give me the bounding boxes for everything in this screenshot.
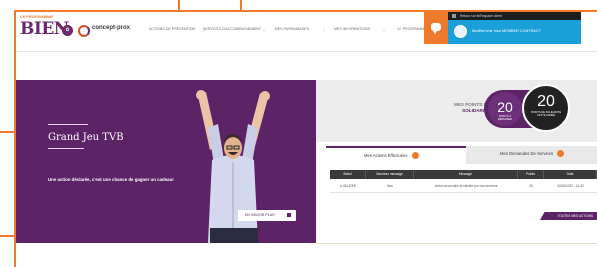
- frame-tick: [240, 0, 242, 10]
- table-row[interactable]: ● VALIDÉE Non Action accomplie et validé…: [330, 179, 597, 193]
- learn-more-button[interactable]: EN SAVOIR PLUS: [238, 210, 296, 221]
- frame-side-mark: [0, 235, 14, 237]
- nav-item-informations[interactable]: MES INFORMATIONS ›: [322, 20, 385, 44]
- points-year-badge: 20 POINTS DE SOLIDARITÉ CETTE ANNÉE: [522, 84, 570, 132]
- nav-item-services[interactable]: SERVICES D'ACCOMPAGNEMENT ›: [202, 20, 265, 44]
- points-available-caption: POINTS À DÉPENSER: [497, 115, 513, 122]
- cell-message: Action accomplie et validée par nos serv…: [434, 184, 498, 188]
- activity-tabs: Mes Actions Effectuées Mes Demandes De S…: [326, 146, 597, 164]
- frame-side-mark: [0, 131, 14, 133]
- brand-ring-icon: [78, 25, 90, 37]
- program-logo[interactable]: LE PROGRAMME BIEN: [20, 14, 69, 48]
- learn-more-label: EN SAVOIR PLUS: [245, 213, 275, 217]
- main-nav: ACTIONS DE PRÉVENTION › SERVICES D'ACCOM…: [142, 20, 442, 44]
- column-header: Date: [544, 170, 597, 179]
- nav-item-label: SERVICES D'ACCOMPAGNEMENT: [202, 27, 262, 31]
- nav-item-prevention[interactable]: ACTIONS DE PRÉVENTION ›: [142, 20, 205, 44]
- table-header: Statut Nouveau message Message Points Da…: [330, 170, 597, 179]
- brand-name: concept-prox: [92, 25, 131, 31]
- client-space-link[interactable]: Retour sur le/l'espace client: [448, 12, 581, 20]
- frame-border-top: [14, 10, 597, 12]
- brand-logo[interactable]: concept-prox: [78, 24, 136, 38]
- cell-new-message: Non: [387, 184, 393, 188]
- column-header: Nouveau message: [366, 170, 414, 179]
- points-heading-line2: SOLIDARITÉ: [462, 108, 490, 113]
- notification-dot-icon: [557, 149, 565, 157]
- tab-label: Mes Demandes De Services: [500, 151, 554, 156]
- points-heading: MES POINTS DE SOLIDARITÉ: [400, 102, 490, 114]
- points-year-caption: POINTS DE SOLIDARITÉ CETTE ANNÉE: [530, 111, 562, 118]
- points-available-value: 20: [497, 99, 513, 115]
- user-account-bar[interactable]: Modifier/voir mon MEMBER CONTRACT: [448, 20, 581, 44]
- points-year-value: 20: [537, 93, 555, 110]
- avatar: [454, 25, 467, 38]
- hero-title: Grand Jeu TVB: [48, 132, 124, 143]
- frame-border-left: [14, 10, 16, 267]
- column-header: Points: [518, 170, 544, 179]
- nav-item-label: MES PARRAINAGES: [274, 27, 310, 31]
- divider: [316, 243, 597, 244]
- divider: [48, 148, 84, 149]
- cell-date: 02/06/2020 - 14:32: [557, 184, 584, 188]
- tab-actions[interactable]: Mes Actions Effectuées: [326, 146, 466, 164]
- nav-item-label: MES INFORMATIONS: [333, 27, 371, 31]
- actions-table: Statut Nouveau message Message Points Da…: [330, 170, 597, 193]
- return-icon: [452, 14, 456, 18]
- hero-text: Une action déclarée, c'est une chance de…: [48, 177, 174, 182]
- solidarity-points-panel: MES POINTS DE SOLIDARITÉ 20 POINTS À DÉP…: [316, 80, 597, 142]
- nav-item-label: LE PROGRAMME: [397, 27, 427, 31]
- partner-badge-icon: ✿: [62, 25, 73, 36]
- column-header: Message: [414, 170, 518, 179]
- top-margin: [0, 0, 597, 4]
- tab-services[interactable]: Mes Demandes De Services: [466, 146, 597, 164]
- see-all-actions-button[interactable]: TOUTES MES ACTIONS: [540, 212, 597, 220]
- chat-button[interactable]: [424, 12, 448, 44]
- nav-item-parrainages[interactable]: MES PARRAINAGES ›: [262, 20, 325, 44]
- logo-big-text: BIEN: [20, 19, 69, 39]
- notification-dot-icon: [411, 151, 419, 159]
- hero-banner: Grand Jeu TVB Une action déclarée, c'est…: [16, 80, 316, 243]
- arrow-right-icon: [287, 213, 291, 217]
- nav-item-label: ACTIONS DE PRÉVENTION: [148, 27, 196, 31]
- frame-tick: [178, 0, 180, 10]
- divider: [48, 124, 88, 125]
- tab-label: Mes Actions Effectuées: [364, 153, 408, 158]
- cell-points: 20: [529, 184, 533, 188]
- cell-status: ● VALIDÉE: [339, 184, 357, 188]
- chat-bubble-icon: [431, 23, 441, 34]
- column-header: Statut: [330, 170, 366, 179]
- client-space-label: Retour sur le/l'espace client: [460, 14, 502, 18]
- user-name: Modifier/voir mon MEMBER CONTRACT: [472, 29, 541, 33]
- points-available-badge: 20 POINTS À DÉPENSER: [488, 92, 522, 126]
